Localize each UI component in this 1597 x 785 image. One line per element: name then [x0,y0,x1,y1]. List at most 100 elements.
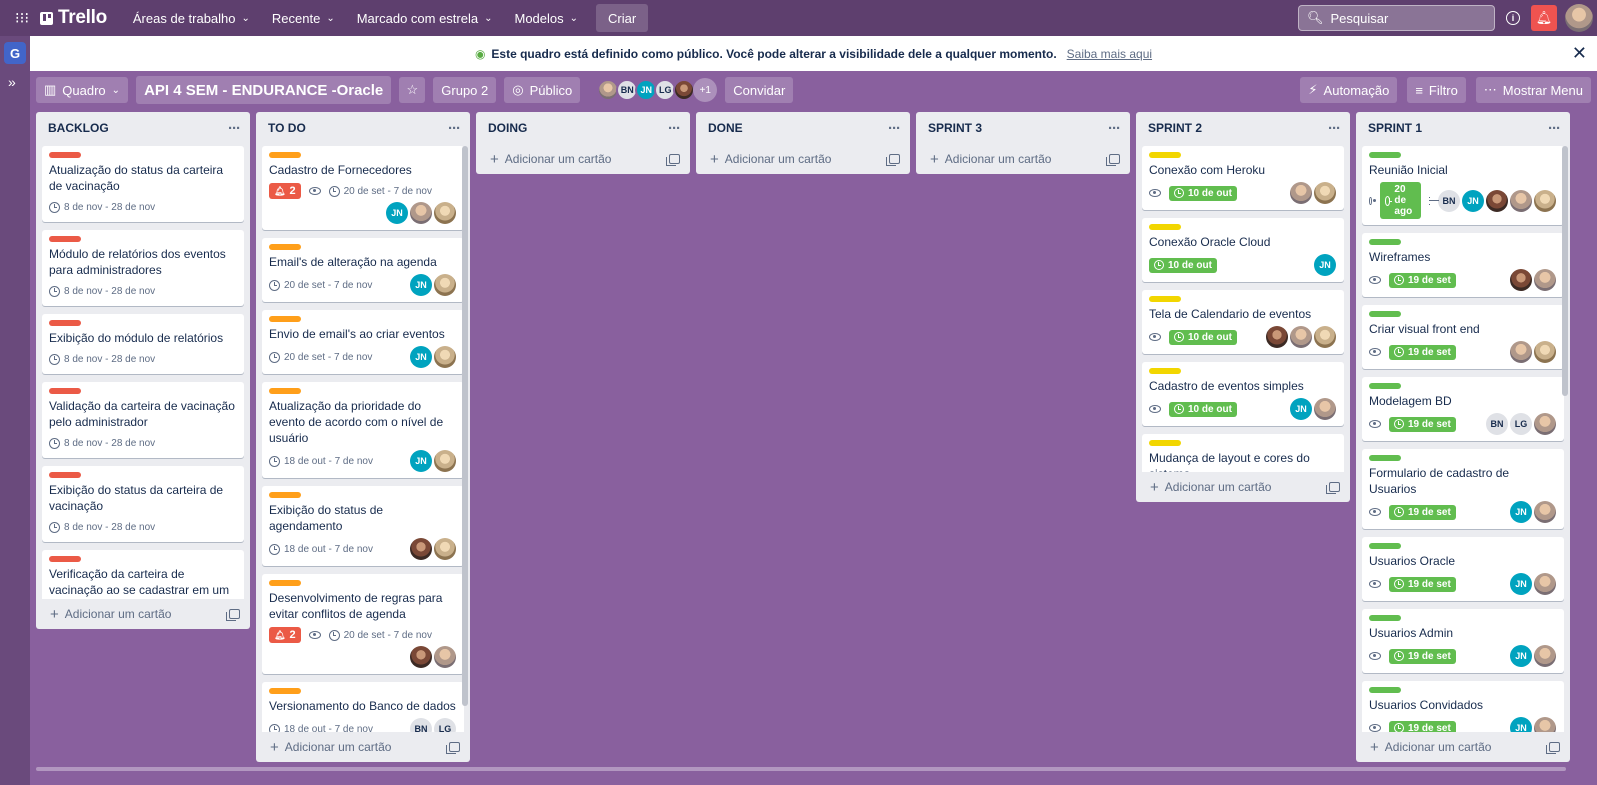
member-avatar[interactable]: JN [1510,573,1532,595]
member-avatar[interactable] [1290,182,1312,204]
list-header[interactable]: SPRINT 2 ··· [1136,112,1350,144]
add-card-button[interactable]: + Adicionar um cartão [476,144,690,174]
list-header[interactable]: DOING ··· [476,112,690,144]
menu-workspaces[interactable]: Áreas de trabalho ⌄ [125,2,258,34]
member-avatar[interactable]: JN [1462,189,1484,212]
card[interactable]: Reunião Inicial 20 de ago BN JN [1362,146,1564,225]
list-header[interactable]: TO DO ··· [256,112,470,144]
add-card-button[interactable]: + Adicionar um cartão [696,144,910,174]
card[interactable]: Atualização do status da carteira de vac… [42,146,244,222]
member-avatar[interactable] [1534,573,1556,595]
list-menu-icon[interactable]: ··· [1108,120,1121,137]
member-avatar[interactable]: BN [410,718,432,732]
list-scrollbar[interactable] [462,146,468,706]
card-label[interactable] [1369,152,1401,158]
star-board-button[interactable]: ☆ [399,77,426,103]
card-label[interactable] [49,388,81,394]
card[interactable]: Mudança de layout e cores do sistema10 d… [1142,434,1344,472]
card[interactable]: Conexão com Heroku 10 de out [1142,146,1344,210]
template-icon[interactable] [1326,482,1340,494]
close-icon[interactable]: ✕ [1572,43,1587,64]
notification-badge[interactable]: 🔔︎ 2 [269,627,301,643]
card-label[interactable] [49,556,81,562]
card-label[interactable] [1369,615,1401,621]
member-avatar[interactable] [1534,501,1556,523]
due-date-badge[interactable]: 10 de out [1149,257,1217,273]
member-avatar[interactable]: JN [1510,501,1532,523]
member-avatar[interactable] [434,274,456,296]
due-date-badge[interactable]: 19 de set [1389,272,1456,288]
card-label[interactable] [1149,152,1181,158]
add-card-button[interactable]: + Adicionar um cartão [1356,732,1570,762]
search-input[interactable]: 🔍︎ Pesquisar [1298,5,1495,31]
member-avatar[interactable] [434,450,456,472]
member-avatar[interactable] [673,79,696,101]
app-switcher-icon[interactable]: ⁝⁝⁝ [8,4,36,32]
due-date-badge[interactable]: 19 de set [1389,720,1456,732]
card-label[interactable] [269,244,301,250]
card[interactable]: Tela de Calendario de eventos 10 de out [1142,290,1344,354]
card[interactable]: Wireframes 19 de set [1362,233,1564,297]
member-avatar[interactable] [1534,717,1556,732]
due-date-badge[interactable]: 19 de set [1389,648,1456,664]
card[interactable]: Versionamento do Banco de dados 18 de out… [262,682,464,732]
template-icon[interactable] [1106,154,1120,166]
member-avatar[interactable] [1314,398,1336,420]
info-button[interactable]: i [1503,8,1523,28]
card[interactable]: Criar visual front end 19 de set [1362,305,1564,369]
notification-badge[interactable]: 🔔︎ 2 [269,183,301,199]
add-card-button[interactable]: + Adicionar um cartão [36,599,250,629]
member-avatar[interactable]: JN [410,346,432,368]
member-avatar[interactable] [1266,326,1288,348]
template-icon[interactable] [666,154,680,166]
member-avatar[interactable]: JN [1290,398,1312,420]
card[interactable]: Email's de alteração na agenda 20 de set … [262,238,464,302]
add-card-button[interactable]: + Adicionar um cartão [916,144,1130,174]
member-avatar[interactable] [410,538,432,560]
automation-button[interactable]: ⚡︎ Automação [1300,77,1398,103]
member-avatar[interactable] [1534,413,1556,435]
list-menu-icon[interactable]: ··· [228,120,241,137]
card[interactable]: Conexão Oracle Cloud 10 de out JN [1142,218,1344,282]
card[interactable]: Exibição do status de agendamento 18 de o… [262,486,464,566]
due-date-badge[interactable]: 19 de set [1389,576,1456,592]
visibility-button[interactable]: ◎ Público [504,77,581,103]
card[interactable]: Formulario de cadastro de Usuarios 19 de … [1362,449,1564,529]
card-label[interactable] [1369,455,1401,461]
workspace-button[interactable]: Grupo 2 [433,77,497,103]
member-avatar[interactable]: JN [386,202,408,224]
member-avatar[interactable] [1314,182,1336,204]
date-badge[interactable]: 18 de out - 7 de nov [269,723,373,732]
member-avatar[interactable] [434,538,456,560]
list-menu-icon[interactable]: ··· [888,120,901,137]
card[interactable]: Validação da carteira de vacinação pelo … [42,382,244,458]
member-avatar[interactable]: BN [1486,413,1508,435]
card-label[interactable] [49,152,81,158]
card-label[interactable] [269,152,301,158]
card-label[interactable] [1149,368,1181,374]
card[interactable]: Cadastro de eventos simples 10 de out JN [1142,362,1344,426]
member-avatar[interactable] [1314,326,1336,348]
member-avatar[interactable]: BN [1438,189,1460,212]
member-avatar[interactable]: JN [410,274,432,296]
workspace-badge[interactable]: G [4,42,26,64]
card[interactable]: Usuarios Convidados 19 de set JN [1362,681,1564,732]
due-date-badge[interactable]: 19 de set [1389,344,1456,360]
date-badge[interactable]: 8 de nov - 28 de nov [49,201,155,213]
list-title[interactable]: SPRINT 3 [928,121,1108,135]
card[interactable]: Verificação da carteira de vacinação ao … [42,550,244,599]
card[interactable]: Desenvolvimento de regras para evitar co… [262,574,464,674]
date-badge[interactable]: 20 de set - 7 de nov [328,629,432,641]
card-label[interactable] [49,472,81,478]
horizontal-scrollbar[interactable] [36,767,1566,771]
date-badge[interactable]: 20 de set - 7 de nov [269,279,372,291]
member-avatar[interactable] [434,346,456,368]
due-date-badge[interactable]: 20 de ago [1379,182,1422,219]
learn-more-link[interactable]: Saiba mais aqui [1067,47,1152,61]
date-badge[interactable]: 8 de nov - 28 de nov [49,437,155,449]
member-avatar[interactable]: JN [1510,645,1532,667]
list-title[interactable]: TO DO [268,121,448,135]
card-label[interactable] [269,492,301,498]
card[interactable]: Usuarios Admin 19 de set JN [1362,609,1564,673]
due-date-badge[interactable]: 10 de out [1169,329,1237,345]
